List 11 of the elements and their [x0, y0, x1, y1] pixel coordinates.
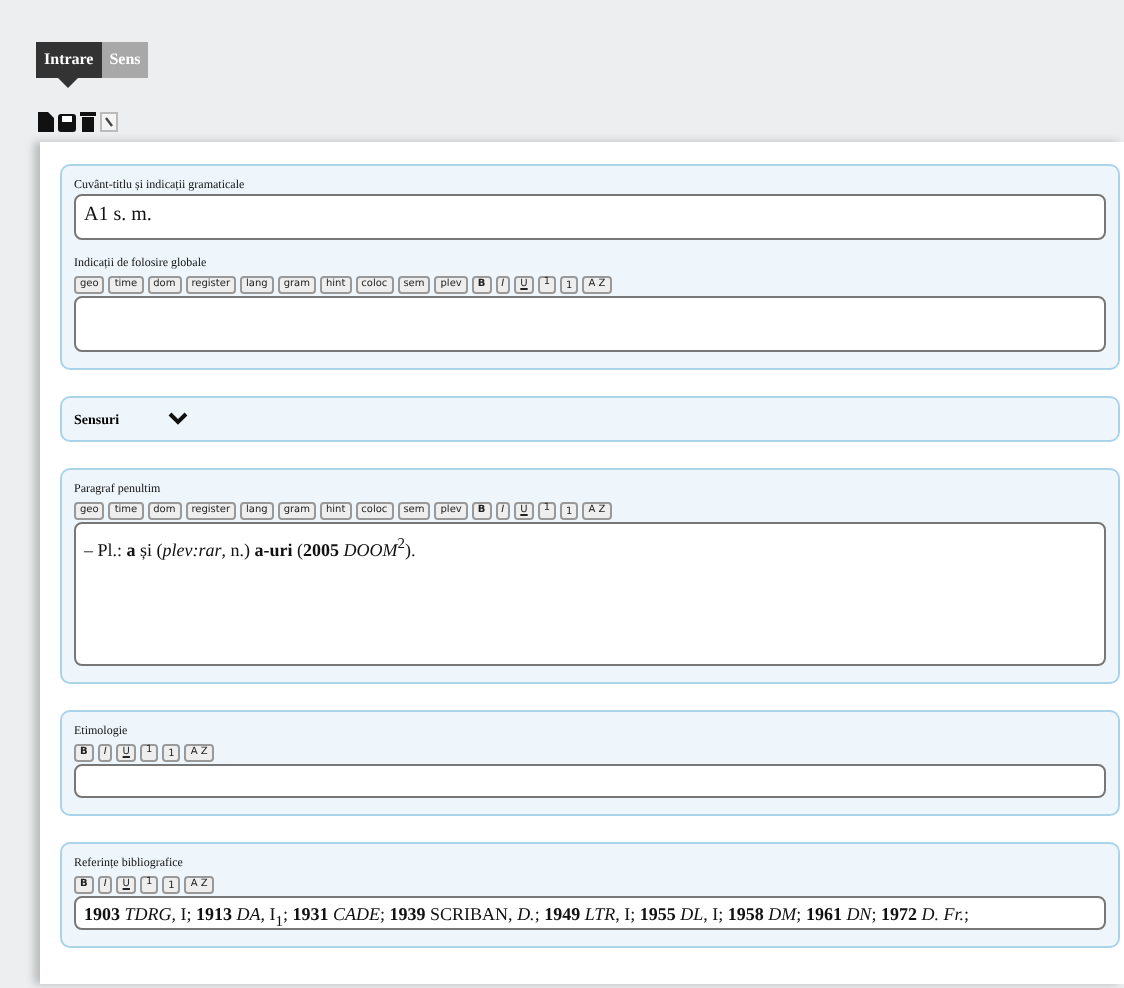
- input-field[interactable]: A1 s. m.: [74, 194, 1106, 240]
- input-field[interactable]: [74, 296, 1106, 352]
- document-icon[interactable]: [38, 112, 54, 132]
- chevron-icon[interactable]: [167, 412, 188, 426]
- trash-icon[interactable]: [80, 112, 96, 132]
- pointer-icon: [58, 78, 79, 88]
- save-icon[interactable]: [58, 114, 76, 132]
- input-field[interactable]: [74, 764, 1106, 798]
- input-field[interactable]: – Pl.: a și (plev:rar, n.) a-uri (2005 DOOM$^{2}$).: [74, 522, 1106, 666]
- input-field[interactable]: 1903 TDRG, I; 1913 DA, I$_{1}$; 1931 CADE; 1939 SCRIBAN, D.; 1949 LTR, I; 1955 DL, I; 1958 DM; 1961 DN; 1972 D. Fr.;: [74, 896, 1106, 930]
- wrench-icon[interactable]: [100, 112, 118, 132]
